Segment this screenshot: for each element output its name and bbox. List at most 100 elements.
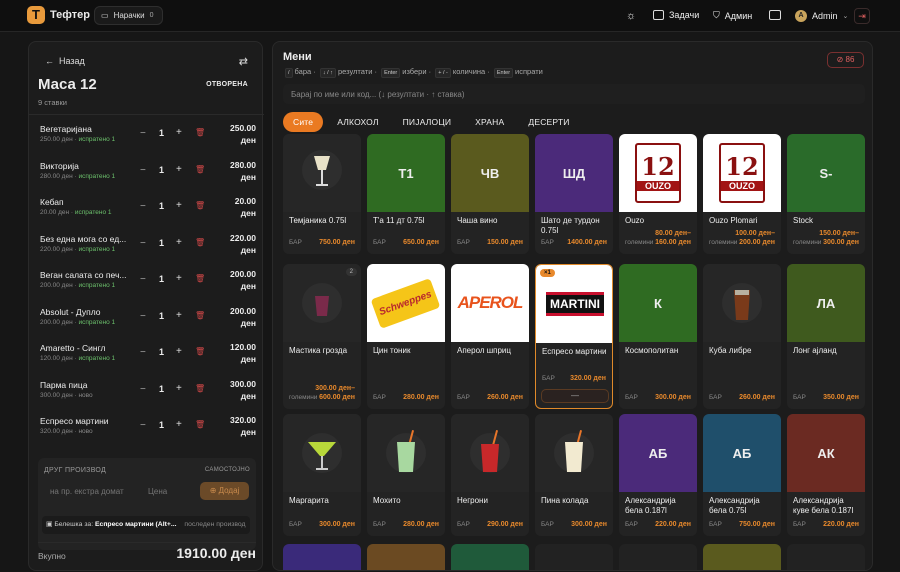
minus-button[interactable]: −: [140, 384, 146, 395]
product-card[interactable]: ШД Шато де турдон 0.75l БАР 1400.00 ден: [535, 134, 613, 254]
qty-control[interactable]: —: [541, 389, 609, 403]
tab-4[interactable]: ДЕСЕРТИ: [518, 112, 579, 132]
tab-1[interactable]: АЛКОХОЛ: [327, 112, 388, 132]
user-menu[interactable]: A Admin ⌄: [795, 10, 848, 22]
app-logo[interactable]: T: [27, 6, 45, 24]
plus-button[interactable]: +: [176, 383, 182, 394]
product-card[interactable]: Мастика грозда големини 300.00 ден–600.00 …: [283, 264, 361, 409]
margarita-icon: [302, 433, 342, 473]
product-card[interactable]: [619, 544, 697, 570]
order-item: Вегетаријана 250.00 ден · испратено 1 − 1 + 🗑…: [38, 122, 258, 158]
tab-3[interactable]: ХРАНА: [465, 112, 514, 132]
trash-icon[interactable]: 🗑: [195, 347, 205, 356]
product-card[interactable]: 12 OUZO Ouzo Plomari големини 100.00 ден–200…: [703, 134, 781, 254]
product-card[interactable]: [367, 544, 445, 570]
product-card[interactable]: S- Stock големини 150.00 ден–300.00 ден: [787, 134, 865, 254]
plus-button[interactable]: +: [176, 127, 182, 138]
product-card[interactable]: [283, 544, 361, 570]
product-image: [367, 414, 445, 492]
trash-icon[interactable]: 🗑: [195, 238, 205, 247]
product-card[interactable]: Куба либре БАР 260.00 ден: [703, 264, 781, 409]
order-item-price: 20.00 ден: [206, 195, 256, 219]
order-item-qty: 1: [159, 201, 165, 211]
plus-button[interactable]: +: [176, 164, 182, 175]
product-station: големини: [625, 239, 654, 246]
hint-qty: количина: [452, 67, 486, 76]
product-card[interactable]: АБ Александрија бела 0.75l БАР 750.00 ден: [703, 414, 781, 536]
hint-search: бара: [294, 67, 312, 76]
orders-button[interactable]: ▭ Нарачки 0: [94, 6, 163, 25]
sun-icon[interactable]: ☼: [626, 10, 636, 22]
minus-button[interactable]: −: [140, 128, 146, 139]
product-card[interactable]: [703, 544, 781, 570]
trash-icon[interactable]: 🗑: [195, 201, 205, 210]
product-card[interactable]: Темјаника 0.75l БАР 750.00 ден: [283, 134, 361, 254]
product-card[interactable]: 12 OUZO Ouzo големини 80.00 ден–160.00 ден: [619, 134, 697, 254]
keyboard-button[interactable]: [769, 10, 781, 20]
tab-0[interactable]: Сите: [283, 112, 324, 132]
product-card[interactable]: Пина колада БАР 300.00 ден: [535, 414, 613, 536]
product-card[interactable]: АБ Александрија бела 0.187l БАР 220.00 ден: [619, 414, 697, 536]
product-card[interactable]: К Космополитан БАР 300.00 ден: [619, 264, 697, 409]
product-price: 290.00 ден: [487, 521, 523, 528]
product-station: БАР: [542, 375, 555, 382]
back-button[interactable]: ← Назад: [45, 56, 85, 66]
product-card[interactable]: [451, 544, 529, 570]
minus-button[interactable]: −: [140, 238, 146, 249]
logout-icon[interactable]: ⇥: [854, 8, 870, 24]
product-card[interactable]: Маргарита БАР 300.00 ден: [283, 414, 361, 536]
swap-icon[interactable]: ⇄: [239, 55, 248, 68]
minus-button[interactable]: −: [140, 420, 146, 431]
product-card[interactable]: [787, 544, 865, 570]
product-card[interactable]: MARTINI Еспресо мартини БАР 320.00 ден ×1 —: [535, 264, 613, 409]
user-name: Admin: [812, 11, 838, 21]
trash-icon[interactable]: 🗑: [195, 311, 205, 320]
plus-button[interactable]: +: [176, 200, 182, 211]
note-last-label: последен производ: [184, 521, 246, 528]
order-item-sub: 200.00 ден · испратено 1: [40, 318, 116, 326]
tab-2[interactable]: ПИЈАЛОЦИ: [393, 112, 462, 132]
custom-price-input[interactable]: [146, 482, 196, 500]
add-button[interactable]: ⊕ Додај: [200, 482, 249, 500]
product-card[interactable]: ЛА Лонг ајланд БАР 350.00 ден: [787, 264, 865, 409]
product-card[interactable]: Т1 Т'а 11 дт 0.75l БАР 650.00 ден: [367, 134, 445, 254]
minus-button[interactable]: −: [140, 347, 146, 358]
note-bar[interactable]: ▣ Белешка за: Еспресо мартини (Alt+... п…: [42, 516, 250, 534]
product-card[interactable]: APEROL Аперол шприц БАР 260.00 ден: [451, 264, 529, 409]
admin-mode-button[interactable]: ⛉ Админ: [713, 10, 752, 21]
order-item-unit-price: 300.00 ден: [40, 391, 73, 399]
search-input[interactable]: [283, 84, 865, 104]
product-card[interactable]: ЧВ Чаша вино БАР 150.00 ден: [451, 134, 529, 254]
plus-button[interactable]: +: [176, 273, 182, 284]
product-card[interactable]: Мохито БАР 280.00 ден: [367, 414, 445, 536]
trash-icon[interactable]: 🗑: [195, 165, 205, 174]
plus-button[interactable]: +: [176, 419, 182, 430]
minus-button[interactable]: −: [140, 165, 146, 176]
plus-button[interactable]: +: [176, 346, 182, 357]
minus-button[interactable]: −: [140, 274, 146, 285]
order-item-name: Кебап: [40, 197, 64, 207]
product-card[interactable]: [535, 544, 613, 570]
product-name: Stock: [793, 216, 814, 225]
minus-button[interactable]: −: [140, 201, 146, 212]
trash-icon[interactable]: 🗑: [195, 274, 205, 283]
tasks-button[interactable]: Задачи: [653, 10, 699, 20]
tasks-label: Задачи: [669, 10, 700, 20]
minus-button[interactable]: −: [140, 311, 146, 322]
plus-button[interactable]: +: [176, 310, 182, 321]
product-card[interactable]: Schweppes Цин тоник БАР 280.00 ден: [367, 264, 445, 409]
product-image: АК: [787, 414, 865, 492]
product-card[interactable]: Негрони БАР 290.00 ден: [451, 414, 529, 536]
out-of-stock-badge[interactable]: ⊘ 86: [827, 52, 864, 68]
custom-name-input[interactable]: [44, 482, 144, 500]
product-station: БАР: [541, 521, 554, 528]
kbd-enter-2: Enter: [493, 68, 514, 78]
trash-icon[interactable]: 🗑: [195, 420, 205, 429]
product-card[interactable]: АК Александрија куве бела 0.187l БАР 220.00…: [787, 414, 865, 536]
out-of-stock-count: 86: [845, 55, 855, 64]
product-station: БАР: [625, 521, 638, 528]
trash-icon[interactable]: 🗑: [195, 128, 205, 137]
plus-button[interactable]: +: [176, 237, 182, 248]
product-name: Ouzo Plomari: [709, 216, 758, 225]
trash-icon[interactable]: 🗑: [195, 384, 205, 393]
